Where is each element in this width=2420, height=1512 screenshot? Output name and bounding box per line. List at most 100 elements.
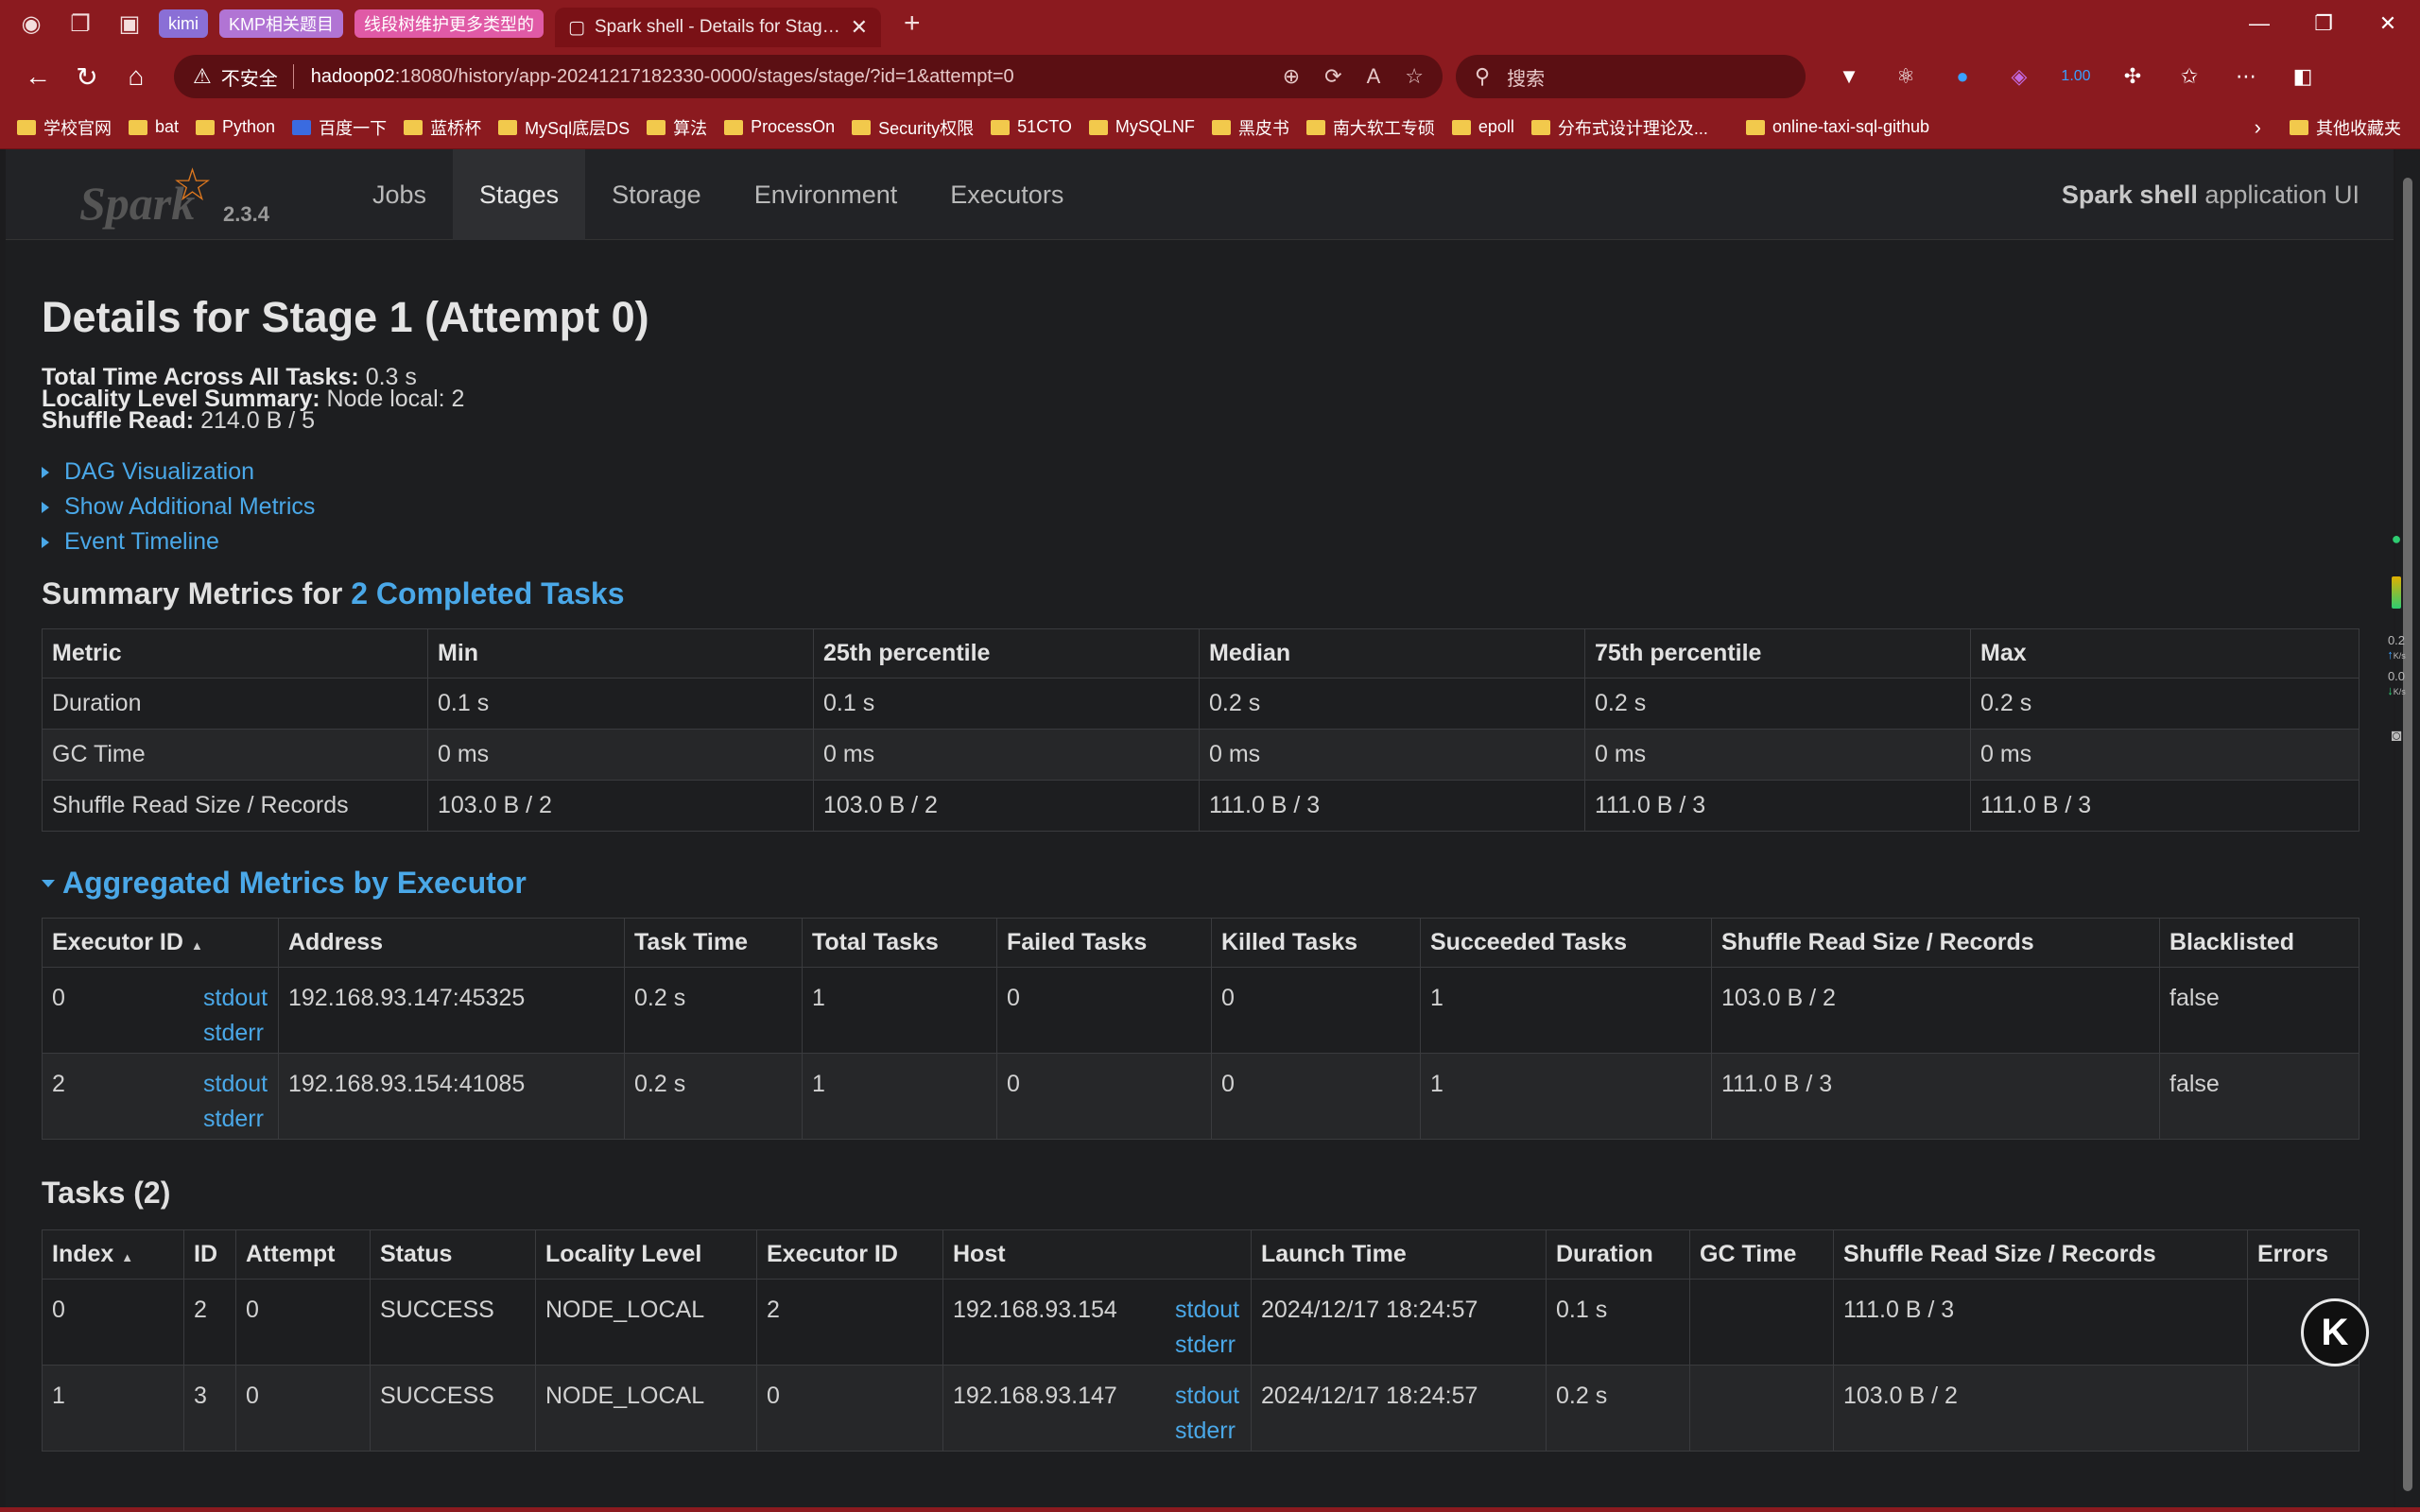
column-header[interactable]: GC Time	[1689, 1229, 1834, 1280]
extension-speed-icon[interactable]: 1.00	[2061, 61, 2091, 92]
extension-blue-circle-icon[interactable]: ●	[1947, 61, 1978, 92]
bookmark-item[interactable]: 百度一下	[292, 115, 387, 140]
bookmark-item[interactable]: online-taxi-sql-github	[1745, 117, 1929, 137]
bookmark-item[interactable]: 51CTO	[991, 117, 1072, 137]
completed-tasks-link[interactable]: 2 Completed Tasks	[351, 576, 624, 610]
column-header[interactable]: Blacklisted	[2159, 918, 2360, 968]
column-header[interactable]: Attempt	[235, 1229, 371, 1280]
tab-jobs[interactable]: Jobs	[346, 149, 453, 240]
column-header[interactable]: Shuffle Read Size / Records	[1833, 1229, 2248, 1280]
extension-v-icon[interactable]: ▼	[1834, 61, 1864, 92]
close-window-button[interactable]: ✕	[2356, 11, 2420, 36]
column-header[interactable]: Shuffle Read Size / Records	[1711, 918, 2160, 968]
column-header[interactable]: Median	[1199, 628, 1585, 679]
column-header[interactable]: Total Tasks	[802, 918, 997, 968]
spark-logo[interactable]: Spark ☆	[79, 159, 221, 234]
column-header[interactable]: ID	[183, 1229, 236, 1280]
page-scrollbar[interactable]	[2395, 149, 2420, 1507]
column-header[interactable]: Succeeded Tasks	[1420, 918, 1712, 968]
extension-atom-icon[interactable]: ⚛	[1891, 61, 1921, 92]
home-button[interactable]: ⌂	[112, 61, 161, 92]
tab-group-kimi[interactable]: kimi	[159, 9, 208, 38]
bookmark-item[interactable]: 算法	[647, 115, 707, 140]
dag-visualization-toggle[interactable]: DAG Visualization	[42, 458, 2360, 486]
aggregated-metrics-toggle[interactable]: Aggregated Metrics by Executor	[42, 866, 2360, 901]
bookmark-item[interactable]: ProcessOn	[724, 117, 835, 137]
workspaces-icon[interactable]: ❐	[62, 6, 98, 42]
tab-group-kmp[interactable]: KMP相关题目	[219, 9, 344, 38]
column-header-index[interactable]: Index ▲	[42, 1229, 184, 1280]
extension-copilot-icon[interactable]: ◈	[2004, 61, 2034, 92]
sidebar-toggle-icon[interactable]: ◧	[2288, 61, 2318, 92]
bookmark-item[interactable]: 学校官网	[17, 115, 112, 140]
close-tab-icon[interactable]: ✕	[851, 15, 868, 40]
bookmark-item[interactable]: bat	[129, 117, 179, 137]
bookmark-item[interactable]: Security权限	[852, 115, 974, 140]
vertical-tabs-icon[interactable]: ▣	[112, 6, 147, 42]
stdout-link[interactable]: stdout	[203, 1067, 268, 1102]
column-header[interactable]: 25th percentile	[813, 628, 1200, 679]
camera-icon[interactable]: ◙	[2382, 726, 2411, 746]
tab-environment[interactable]: Environment	[728, 149, 925, 240]
search-box[interactable]: ⚲ 搜索	[1456, 55, 1806, 98]
event-timeline-toggle[interactable]: Event Timeline	[42, 528, 2360, 556]
warning-icon[interactable]: ⚠	[193, 64, 212, 89]
tab-group-segment-tree[interactable]: 线段树维护更多类型的	[354, 9, 544, 38]
stderr-link[interactable]: stderr	[1175, 1414, 1239, 1449]
scrollbar-thumb[interactable]	[2403, 178, 2412, 1491]
bookmark-item[interactable]: 蓝桥杯	[404, 115, 481, 140]
column-header[interactable]: Errors	[2247, 1229, 2360, 1280]
column-header[interactable]: Locality Level	[535, 1229, 757, 1280]
tab-stages[interactable]: Stages	[453, 149, 586, 240]
new-tab-button[interactable]: +	[904, 8, 921, 40]
stderr-link[interactable]: stderr	[203, 1102, 268, 1137]
stderr-link[interactable]: stderr	[1175, 1328, 1239, 1363]
other-bookmarks[interactable]: 其他收藏夹	[2290, 115, 2401, 140]
column-header[interactable]: Address	[278, 918, 625, 968]
bookmark-item[interactable]: epoll	[1451, 117, 1514, 137]
extensions-puzzle-icon[interactable]: ✣	[2118, 61, 2148, 92]
tab-storage[interactable]: Storage	[585, 149, 728, 240]
favorites-icon[interactable]: ✩	[2174, 61, 2204, 92]
column-header[interactable]: Killed Tasks	[1211, 918, 1421, 968]
translate-icon[interactable]: ⟳	[1324, 64, 1341, 89]
stderr-link[interactable]: stderr	[203, 1016, 268, 1051]
not-secure-label[interactable]: 不安全	[221, 63, 278, 91]
bookmark-item[interactable]: 黑皮书	[1211, 115, 1289, 140]
column-header[interactable]: Host	[942, 1229, 1252, 1280]
column-header[interactable]: Min	[427, 628, 814, 679]
zoom-icon[interactable]: ⊕	[1283, 64, 1300, 89]
column-header[interactable]: Metric	[42, 628, 428, 679]
column-header[interactable]: Launch Time	[1251, 1229, 1547, 1280]
stdout-link[interactable]: stdout	[1175, 1379, 1239, 1414]
bookmark-item[interactable]: MySQLNF	[1088, 117, 1195, 137]
column-header[interactable]: Executor ID	[756, 1229, 943, 1280]
kimi-assistant-button[interactable]: K	[2301, 1298, 2369, 1366]
bookmark-item[interactable]: 分布式设计理论及...	[1530, 115, 1708, 140]
column-header[interactable]: Duration	[1546, 1229, 1690, 1280]
refresh-button[interactable]: ↻	[62, 61, 112, 93]
back-button[interactable]: ←	[13, 61, 62, 92]
column-header[interactable]: Status	[370, 1229, 536, 1280]
address-bar[interactable]: ⚠ 不安全 hadoop02 :18080/history/app-202412…	[174, 55, 1443, 98]
profile-avatar-icon[interactable]: ◉	[13, 6, 49, 42]
column-header[interactable]: Max	[1970, 628, 2360, 679]
read-aloud-icon[interactable]: A	[1367, 64, 1381, 89]
column-header[interactable]: Failed Tasks	[996, 918, 1212, 968]
favorite-star-icon[interactable]: ☆	[1405, 64, 1424, 89]
active-tab[interactable]: ▢ Spark shell - Details for Stage 1 (A ✕	[555, 8, 882, 47]
bookmark-item[interactable]: MySql底层DS	[498, 115, 630, 140]
bookmarks-overflow-chevron-icon[interactable]: ›	[2255, 115, 2261, 140]
column-header[interactable]: Task Time	[624, 918, 803, 968]
column-header-executor-id[interactable]: Executor ID ▲	[42, 918, 279, 968]
additional-metrics-toggle[interactable]: Show Additional Metrics	[42, 493, 2360, 521]
tab-executors[interactable]: Executors	[924, 149, 1090, 240]
restore-button[interactable]: ❐	[2291, 11, 2356, 36]
more-menu-icon[interactable]: ⋯	[2231, 61, 2261, 92]
stdout-link[interactable]: stdout	[1175, 1293, 1239, 1328]
stdout-link[interactable]: stdout	[203, 981, 268, 1016]
bookmark-item[interactable]: Python	[196, 117, 275, 137]
column-header[interactable]: 75th percentile	[1584, 628, 1971, 679]
minimize-button[interactable]: —	[2227, 11, 2291, 36]
bookmark-item[interactable]: 南大软工专硕	[1305, 115, 1435, 140]
